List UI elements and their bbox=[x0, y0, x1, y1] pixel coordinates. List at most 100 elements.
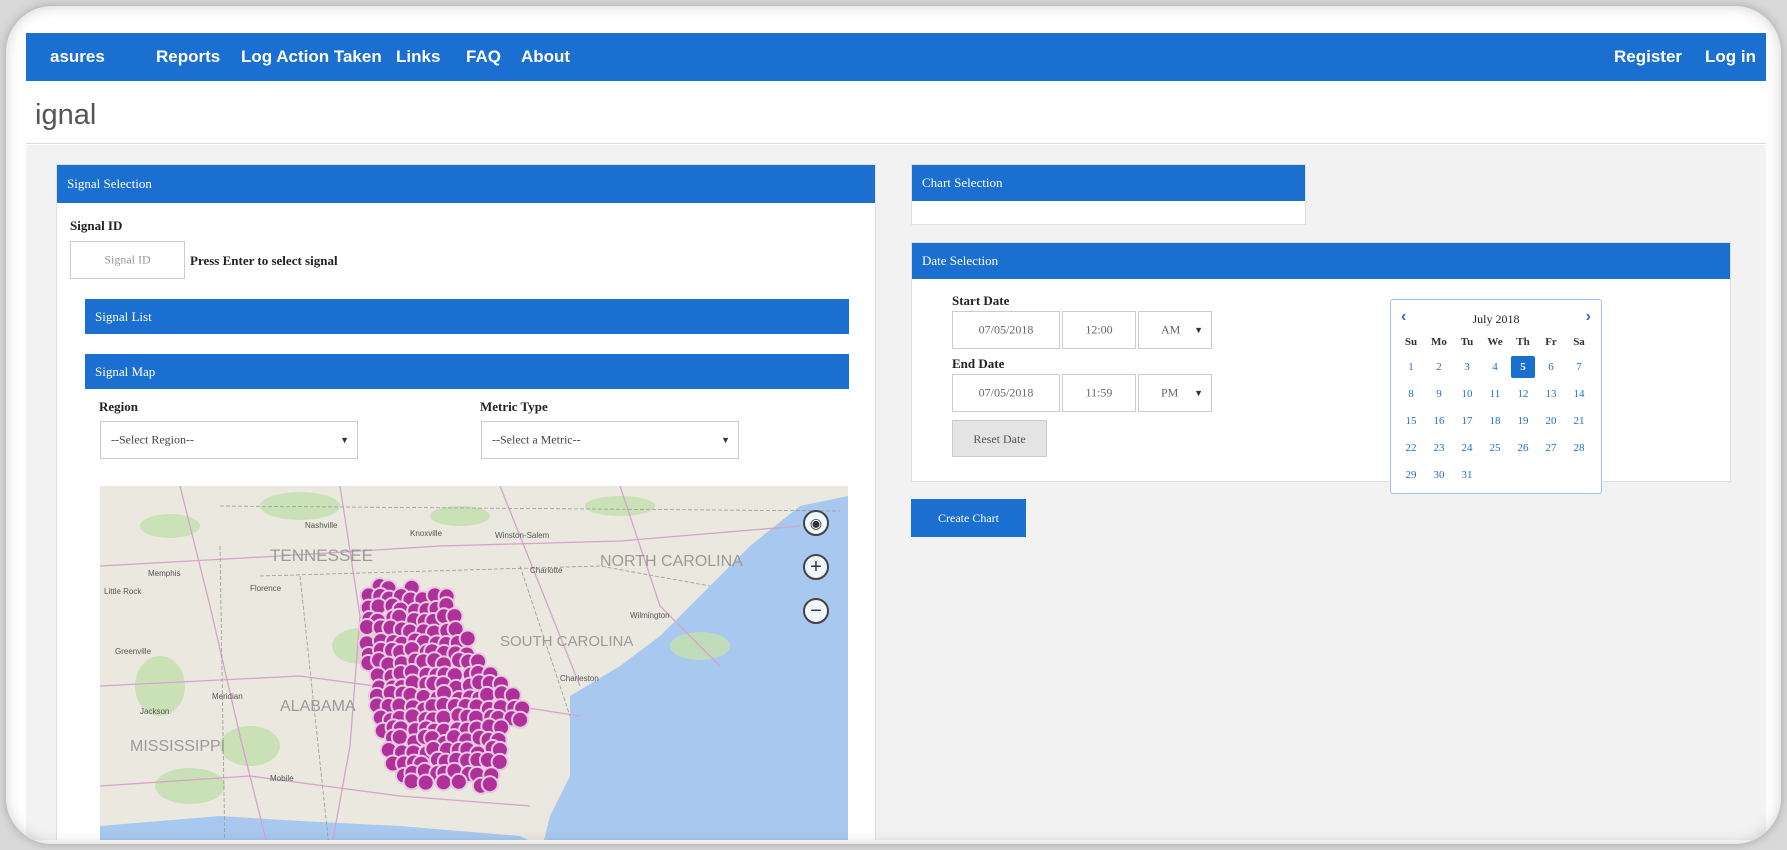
calendar-day[interactable]: 20 bbox=[1539, 410, 1563, 432]
nav-register[interactable]: Register bbox=[1614, 33, 1682, 81]
zoom-out-icon[interactable]: − bbox=[803, 598, 829, 624]
calendar-dow: Mo bbox=[1431, 336, 1447, 348]
screenshot-frame: asures Reports Log Action Taken Links FA… bbox=[6, 6, 1781, 844]
calendar-day[interactable]: 6 bbox=[1539, 356, 1563, 378]
calendar-day[interactable]: 1 bbox=[1399, 356, 1423, 378]
browser-viewport: asures Reports Log Action Taken Links FA… bbox=[26, 28, 1766, 840]
calendar-day[interactable]: 25 bbox=[1483, 437, 1507, 459]
nav-login[interactable]: Log in bbox=[1705, 33, 1756, 81]
end-date-input[interactable]: 07/05/2018 bbox=[952, 374, 1060, 412]
end-time-value: 11:59 bbox=[1085, 385, 1113, 400]
nav-faq[interactable]: FAQ bbox=[466, 33, 501, 81]
signal-marker[interactable] bbox=[449, 772, 468, 791]
nav-links[interactable]: Links bbox=[396, 33, 440, 81]
start-time-input[interactable]: 12:00 bbox=[1062, 311, 1136, 349]
region-select[interactable]: --Select Region-- ▼ bbox=[100, 421, 358, 459]
calendar-day[interactable]: 13 bbox=[1539, 383, 1563, 405]
map-label: Charlotte bbox=[530, 566, 563, 575]
date-selection-panel: Date Selection Start Date 07/05/2018 12:… bbox=[911, 242, 1731, 494]
main-content: Signal Selection Signal ID Signal ID Pre… bbox=[26, 145, 1766, 840]
signal-selection-header: Signal Selection bbox=[57, 165, 875, 203]
nav-measures[interactable]: asures bbox=[50, 33, 105, 81]
nav-log-action-taken[interactable]: Log Action Taken bbox=[241, 33, 382, 81]
calendar-day[interactable]: 27 bbox=[1539, 437, 1563, 459]
end-date-label: End Date bbox=[952, 356, 1005, 371]
calendar-day[interactable]: 19 bbox=[1511, 410, 1535, 432]
calendar-next-icon[interactable]: › bbox=[1586, 308, 1591, 326]
map-label: Mobile bbox=[270, 774, 294, 783]
end-ampm-select[interactable]: PM ▼ bbox=[1138, 374, 1212, 412]
calendar-day[interactable]: 5 bbox=[1511, 356, 1535, 378]
calendar-dow: Sa bbox=[1573, 336, 1585, 348]
signal-marker[interactable] bbox=[390, 728, 409, 747]
end-time-input[interactable]: 11:59 bbox=[1062, 374, 1136, 412]
start-date-input[interactable]: 07/05/2018 bbox=[952, 311, 1060, 349]
create-chart-button[interactable]: Create Chart bbox=[911, 499, 1026, 537]
calendar-day[interactable]: 26 bbox=[1511, 437, 1535, 459]
map-label: NORTH CAROLINA bbox=[600, 553, 743, 570]
start-ampm-value: AM bbox=[1161, 322, 1181, 337]
signal-map-header[interactable]: Signal Map bbox=[85, 354, 849, 389]
signal-id-hint: Press Enter to select signal bbox=[190, 253, 338, 268]
calendar-day[interactable]: 18 bbox=[1483, 410, 1507, 432]
calendar-dow: Fr bbox=[1545, 336, 1557, 348]
metric-type-select[interactable]: --Select a Metric-- ▼ bbox=[481, 421, 739, 459]
calendar-dow: We bbox=[1487, 336, 1503, 348]
map-label: Memphis bbox=[148, 569, 180, 578]
map-label: Winston-Salem bbox=[495, 531, 550, 540]
zoom-in-icon[interactable]: + bbox=[803, 554, 829, 580]
map-label: Florence bbox=[250, 584, 282, 593]
chevron-down-icon: ▼ bbox=[1194, 325, 1203, 335]
calendar-day[interactable]: 14 bbox=[1567, 383, 1591, 405]
signal-marker[interactable] bbox=[480, 775, 499, 794]
signal-marker[interactable] bbox=[416, 773, 435, 792]
chevron-down-icon: ▼ bbox=[721, 435, 730, 445]
calendar-day[interactable]: 22 bbox=[1399, 437, 1423, 459]
calendar-day[interactable]: 31 bbox=[1455, 464, 1479, 486]
nav-reports[interactable]: Reports bbox=[156, 33, 220, 81]
calendar-day[interactable]: 23 bbox=[1427, 437, 1451, 459]
calendar-day[interactable]: 3 bbox=[1455, 356, 1479, 378]
start-ampm-select[interactable]: AM ▼ bbox=[1138, 311, 1212, 349]
signal-map[interactable]: TENNESSEE NORTH CAROLINA SOUTH CAROLINA … bbox=[100, 486, 848, 840]
nav-about[interactable]: About bbox=[521, 33, 570, 81]
signal-marker[interactable] bbox=[511, 710, 530, 729]
calendar-day[interactable]: 17 bbox=[1455, 410, 1479, 432]
calendar-day[interactable]: 21 bbox=[1567, 410, 1591, 432]
region-select-value: --Select Region-- bbox=[111, 432, 194, 447]
calendar-day[interactable]: 2 bbox=[1427, 356, 1451, 378]
signal-list-header[interactable]: Signal List bbox=[85, 299, 849, 334]
calendar-day[interactable]: 12 bbox=[1511, 383, 1535, 405]
map-label: Charleston bbox=[560, 674, 599, 683]
locate-icon[interactable]: ◉ bbox=[803, 510, 829, 536]
calendar-dow: Su bbox=[1404, 336, 1418, 348]
chart-selection-panel: Chart Selection bbox=[911, 164, 1306, 225]
map-label: Jackson bbox=[140, 707, 169, 716]
calendar-day[interactable]: 11 bbox=[1483, 383, 1507, 405]
signal-marker[interactable] bbox=[458, 629, 477, 648]
metric-type-label: Metric Type bbox=[480, 399, 548, 414]
map-canvas: TENNESSEE NORTH CAROLINA SOUTH CAROLINA … bbox=[100, 486, 848, 840]
calendar-day[interactable]: 7 bbox=[1567, 356, 1591, 378]
map-label: Knoxville bbox=[410, 529, 443, 538]
signal-selection-panel: Signal Selection Signal ID Signal ID Pre… bbox=[56, 164, 876, 840]
signal-marker[interactable] bbox=[434, 773, 453, 792]
calendar-day[interactable]: 4 bbox=[1483, 356, 1507, 378]
calendar-month-title[interactable]: July 2018 bbox=[1391, 312, 1601, 327]
calendar-day[interactable]: 30 bbox=[1427, 464, 1451, 486]
calendar-day[interactable]: 29 bbox=[1399, 464, 1423, 486]
signal-id-label: Signal ID bbox=[70, 218, 123, 233]
reset-date-button[interactable]: Reset Date bbox=[952, 420, 1047, 457]
calendar-day[interactable]: 24 bbox=[1455, 437, 1479, 459]
calendar-day[interactable]: 10 bbox=[1455, 383, 1479, 405]
chevron-down-icon: ▼ bbox=[1194, 388, 1203, 398]
calendar-day[interactable]: 15 bbox=[1399, 410, 1423, 432]
calendar-day[interactable]: 8 bbox=[1399, 383, 1423, 405]
calendar-day[interactable]: 16 bbox=[1427, 410, 1451, 432]
page-title: ignal bbox=[35, 99, 97, 131]
calendar-day[interactable]: 9 bbox=[1427, 383, 1451, 405]
chart-selection-header[interactable]: Chart Selection bbox=[912, 165, 1305, 201]
end-date-value: 07/05/2018 bbox=[978, 385, 1034, 400]
signal-id-input[interactable]: Signal ID bbox=[70, 241, 185, 279]
calendar-day[interactable]: 28 bbox=[1567, 437, 1591, 459]
